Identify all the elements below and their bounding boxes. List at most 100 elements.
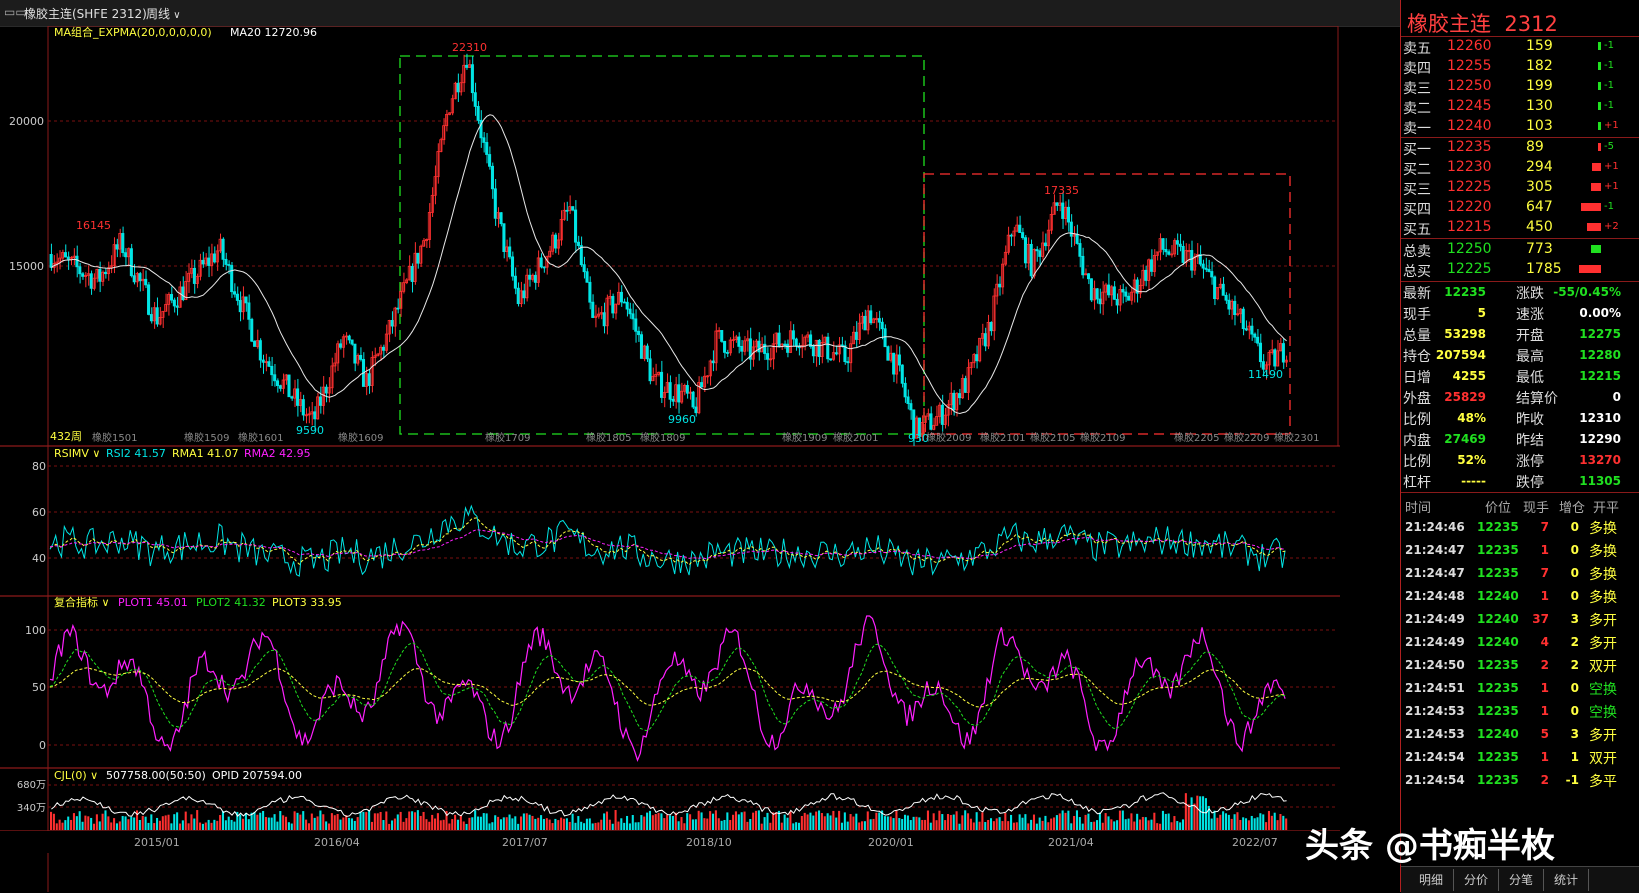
rsi2-line xyxy=(49,504,1286,577)
tick-row[interactable]: 21:24:49 12240 37 3 多开 xyxy=(1401,608,1639,632)
volume-bar xyxy=(1001,821,1004,830)
book-price: 12220 xyxy=(1447,199,1492,215)
volume-bar xyxy=(1242,817,1245,830)
candle-body xyxy=(591,301,595,318)
volume-bar xyxy=(734,811,737,830)
volume-bar xyxy=(1030,819,1033,830)
book-volume: 182 xyxy=(1526,58,1553,74)
y-tick: 40 xyxy=(32,552,46,565)
candle-body xyxy=(296,388,300,406)
tab-2[interactable]: 分价 xyxy=(1454,869,1499,891)
volume-bar xyxy=(1015,822,1018,830)
candle-body xyxy=(791,330,795,340)
bid-row[interactable]: 买三 12225 305 +1 xyxy=(1401,177,1639,198)
bid-row[interactable]: 买一 12235 89 -5 xyxy=(1401,137,1639,158)
volume-bar xyxy=(978,821,981,830)
candle-body xyxy=(301,399,305,416)
contract-label: 橡胶2209 xyxy=(1224,431,1269,444)
candle-body xyxy=(508,246,512,258)
bid-row[interactable]: 买四 12220 647 -1 xyxy=(1401,197,1639,218)
candle-body xyxy=(854,331,858,340)
tab-4[interactable]: 统计 xyxy=(1544,869,1589,891)
volume-bar xyxy=(505,817,508,830)
volume-bar xyxy=(901,818,904,830)
rsi-indicator-name[interactable]: RSIMV ∨ xyxy=(54,447,100,460)
volume-bar xyxy=(646,812,649,830)
composite-indicator-name[interactable]: 复合指标 ∨ xyxy=(54,595,110,609)
volume-bar xyxy=(408,811,411,830)
ask-row[interactable]: 卖三 12250 199 -1 xyxy=(1401,76,1639,97)
tick-row[interactable]: 21:24:54 12235 2 -1 多平 xyxy=(1401,769,1639,793)
volume-bar xyxy=(448,823,451,830)
volume-bar xyxy=(307,823,310,830)
tick-row[interactable]: 21:24:47 12235 1 0 多换 xyxy=(1401,539,1639,563)
volume-bar xyxy=(591,823,594,830)
contract-label: 橡胶1509 xyxy=(184,431,229,444)
volume-bar xyxy=(1136,813,1139,830)
candle-body xyxy=(1078,243,1082,257)
tick-type: 多开 xyxy=(1589,613,1617,629)
candle-body xyxy=(740,346,744,352)
tick-row[interactable]: 21:24:51 12235 1 0 空换 xyxy=(1401,677,1639,701)
volume-indicator-name[interactable]: CJL(0) ∨ xyxy=(54,769,98,782)
volume-bar xyxy=(164,815,167,830)
volume-bar xyxy=(562,818,566,830)
stat-value: 207594 xyxy=(1435,348,1486,362)
ask-row[interactable]: 卖二 12245 130 -1 xyxy=(1401,96,1639,117)
volume-bar xyxy=(402,821,405,830)
main-indicator-name[interactable]: MA组合_EXPMA(20,0,0,0,0,0) xyxy=(54,26,212,39)
tab-3[interactable]: 分笔 xyxy=(1499,869,1544,891)
volume-bar-icon xyxy=(1598,82,1601,90)
volume-bar xyxy=(1050,818,1053,830)
contract-label: 橡胶2101 xyxy=(980,431,1025,444)
tick-row[interactable]: 21:24:53 12235 1 0 空换 xyxy=(1401,700,1639,724)
volume-bar xyxy=(800,815,803,830)
ask-row[interactable]: 卖一 12240 103 +1 xyxy=(1401,116,1639,137)
candle-body xyxy=(287,374,291,398)
volume-bar xyxy=(325,821,328,830)
candle-body xyxy=(579,245,583,266)
volume-bar xyxy=(370,821,374,830)
stat-row: 日增 4255 最低 12215 xyxy=(1401,365,1639,386)
bid-row[interactable]: 买二 12230 294 +1 xyxy=(1401,157,1639,178)
volume-bar xyxy=(305,819,308,830)
volume-bar xyxy=(316,816,319,830)
tab-1[interactable]: 明细 xyxy=(1409,869,1454,891)
volume-bar xyxy=(987,819,990,830)
candle-body xyxy=(660,371,664,398)
volume-bar xyxy=(995,818,998,830)
quote-panel: 橡胶主连 2312 卖五 12260 159 -1 卖四 12255 182 -1 卖三 1225… xyxy=(1400,0,1639,893)
candle-body xyxy=(671,398,675,402)
tick-time: 21:24:51 xyxy=(1405,681,1465,695)
volume-bar xyxy=(411,811,414,830)
volume-bar xyxy=(1187,804,1190,830)
volume-bar xyxy=(499,819,502,830)
tick-row[interactable]: 21:24:49 12240 4 2 多开 xyxy=(1401,631,1639,655)
candle-body xyxy=(766,353,770,360)
ask-row[interactable]: 卖五 12260 159 -1 xyxy=(1401,36,1639,57)
tick-row[interactable]: 21:24:47 12235 7 0 多换 xyxy=(1401,562,1639,586)
tick-row[interactable]: 21:24:46 12235 7 0 多换 xyxy=(1401,516,1639,540)
tick-row[interactable]: 21:24:54 12235 1 1 双开 xyxy=(1401,746,1639,770)
candle-body xyxy=(115,244,119,250)
tick-row[interactable]: 21:24:48 12240 1 0 多换 xyxy=(1401,585,1639,609)
volume-bar-icon xyxy=(1581,203,1601,211)
period-selector[interactable]: 周线 ∨ xyxy=(146,5,181,22)
volume-bar xyxy=(393,818,396,830)
stat-value: 12215 xyxy=(1579,369,1621,383)
candle-body xyxy=(456,82,460,93)
book-label: 卖二 xyxy=(1403,101,1431,117)
tick-row[interactable]: 21:24:53 12240 5 3 多开 xyxy=(1401,723,1639,747)
bid-row[interactable]: 买五 12215 450 +2 xyxy=(1401,217,1639,238)
ask-row[interactable]: 卖四 12255 182 -1 xyxy=(1401,56,1639,77)
volume-bar xyxy=(926,810,929,830)
volume-bar xyxy=(1110,819,1113,830)
tick-row[interactable]: 21:24:50 12235 2 2 双开 xyxy=(1401,654,1639,678)
candle-body xyxy=(212,253,217,263)
kline-chart[interactable]: 20000 15000 MA组合_EXPMA(20,0,0,0,0,0) MA2… xyxy=(0,26,1400,892)
candle-body xyxy=(571,206,575,211)
volume-bar xyxy=(1041,820,1044,830)
volume-bar xyxy=(517,823,520,830)
volume-bar xyxy=(396,814,399,830)
volume-bar xyxy=(711,813,715,830)
